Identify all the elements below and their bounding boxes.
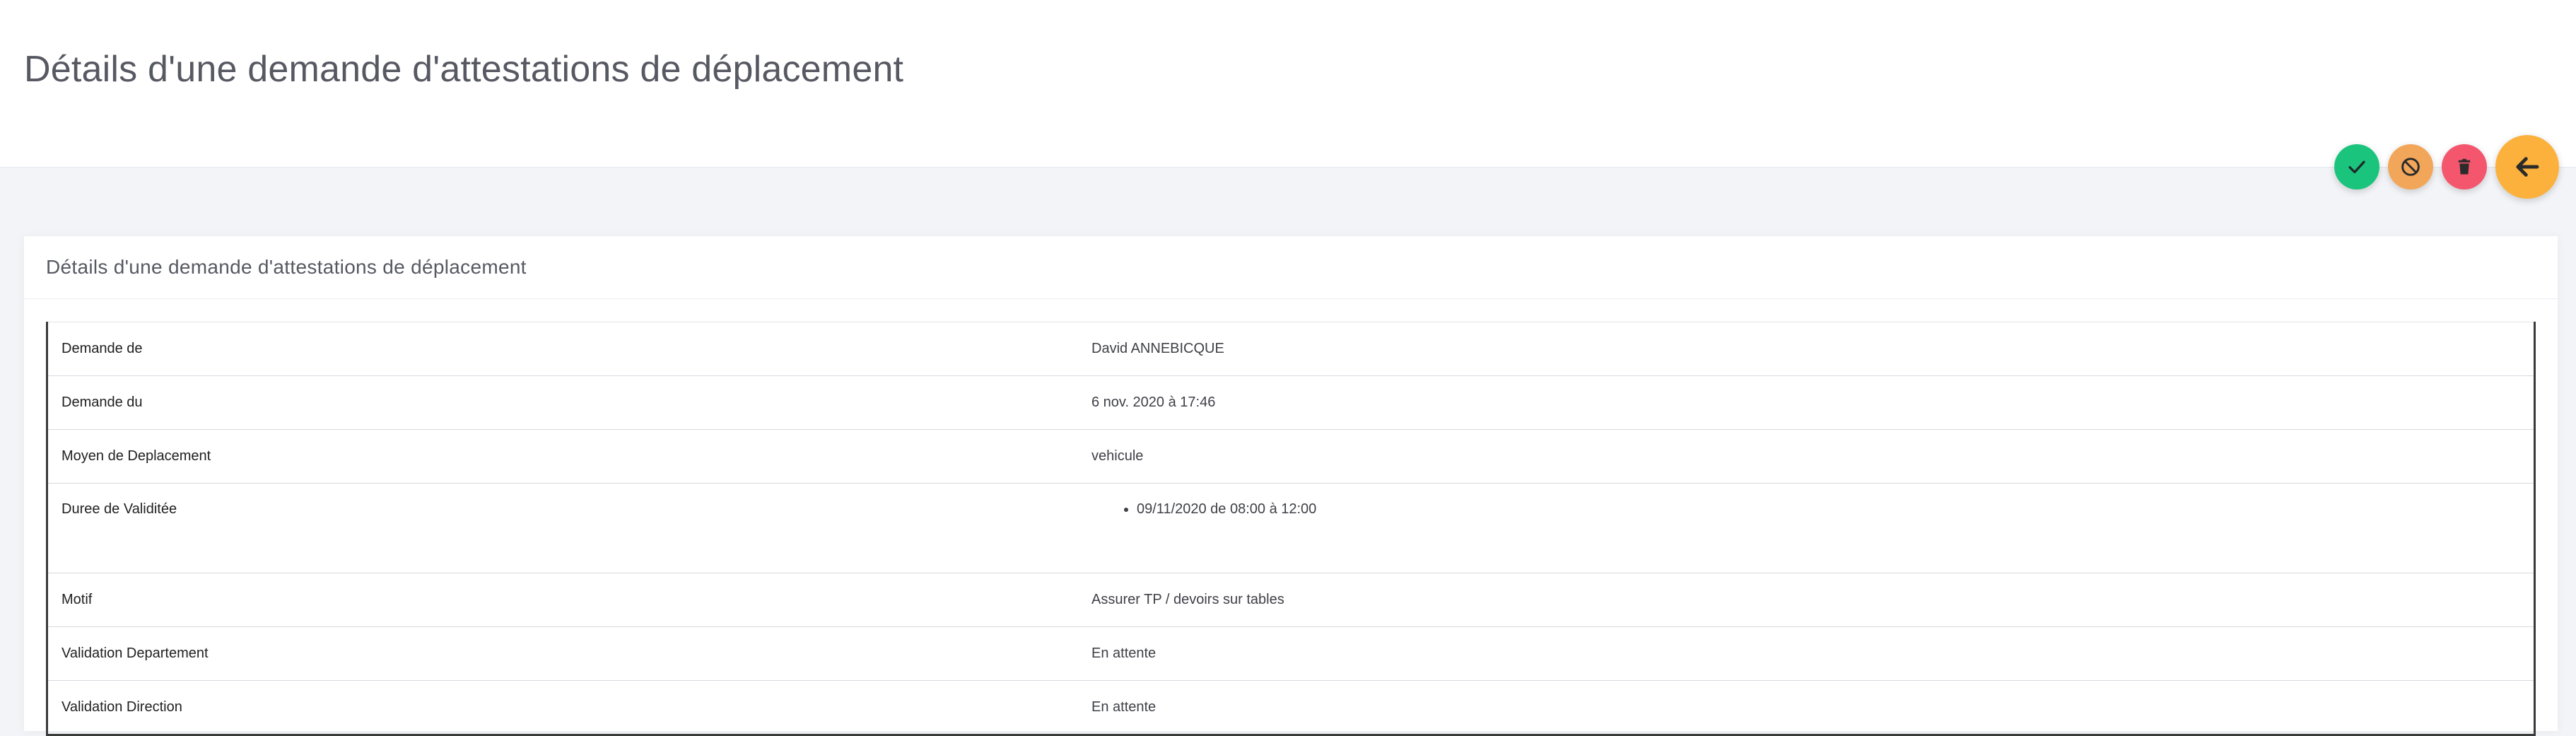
table-row: Motif Assurer TP / devoirs sur tables	[47, 573, 2535, 627]
check-icon	[2348, 160, 2365, 174]
row-value: 09/11/2020 de 08:00 à 12:00	[1078, 483, 2535, 573]
delete-button[interactable]	[2442, 144, 2487, 189]
card-title: Détails d'une demande d'attestations de …	[46, 256, 527, 278]
table-row: Validation Departement En attente	[47, 626, 2535, 681]
row-value: vehicule	[1078, 429, 2535, 484]
table-row: Duree de Validitée 09/11/2020 de 08:00 à…	[47, 483, 2535, 573]
row-value: David ANNEBICQUE	[1078, 322, 2535, 376]
page-title: Détails d'une demande d'attestations de …	[24, 49, 904, 90]
validate-button[interactable]	[2334, 144, 2379, 189]
details-card: Détails d'une demande d'attestations de …	[24, 236, 2558, 736]
row-label: Motif	[47, 573, 1078, 627]
row-value: En attente	[1078, 680, 2535, 735]
list-item: 09/11/2020 de 08:00 à 12:00	[1137, 501, 2534, 518]
table-row: Validation Direction En attente	[47, 680, 2535, 735]
table-row: Demande du 6 nov. 2020 à 17:46	[47, 375, 2535, 430]
row-value: Assurer TP / devoirs sur tables	[1078, 573, 2535, 627]
refuse-button[interactable]	[2388, 144, 2433, 189]
trash-icon	[2458, 158, 2471, 175]
validity-list: 09/11/2020 de 08:00 à 12:00	[1091, 501, 2534, 518]
row-label: Validation Direction	[47, 680, 1078, 735]
arrow-left-icon	[2516, 157, 2539, 177]
back-button[interactable]	[2495, 135, 2559, 199]
row-label: Duree de Validitée	[47, 483, 1078, 573]
page-header: Détails d'une demande d'attestations de …	[0, 0, 2576, 168]
row-label: Moyen de Deplacement	[47, 429, 1078, 484]
row-label: Validation Departement	[47, 626, 1078, 681]
row-label: Demande de	[47, 322, 1078, 376]
ban-icon	[2401, 158, 2420, 176]
table-row: Demande de David ANNEBICQUE	[47, 322, 2535, 376]
card-header: Détails d'une demande d'attestations de …	[24, 236, 2558, 299]
details-table: Demande de David ANNEBICQUE Demande du 6…	[46, 322, 2536, 736]
row-value: 6 nov. 2020 à 17:46	[1078, 375, 2535, 430]
table-row: Moyen de Deplacement vehicule	[47, 429, 2535, 484]
row-value: En attente	[1078, 626, 2535, 681]
action-buttons	[2334, 135, 2559, 199]
row-label: Demande du	[47, 375, 1078, 430]
